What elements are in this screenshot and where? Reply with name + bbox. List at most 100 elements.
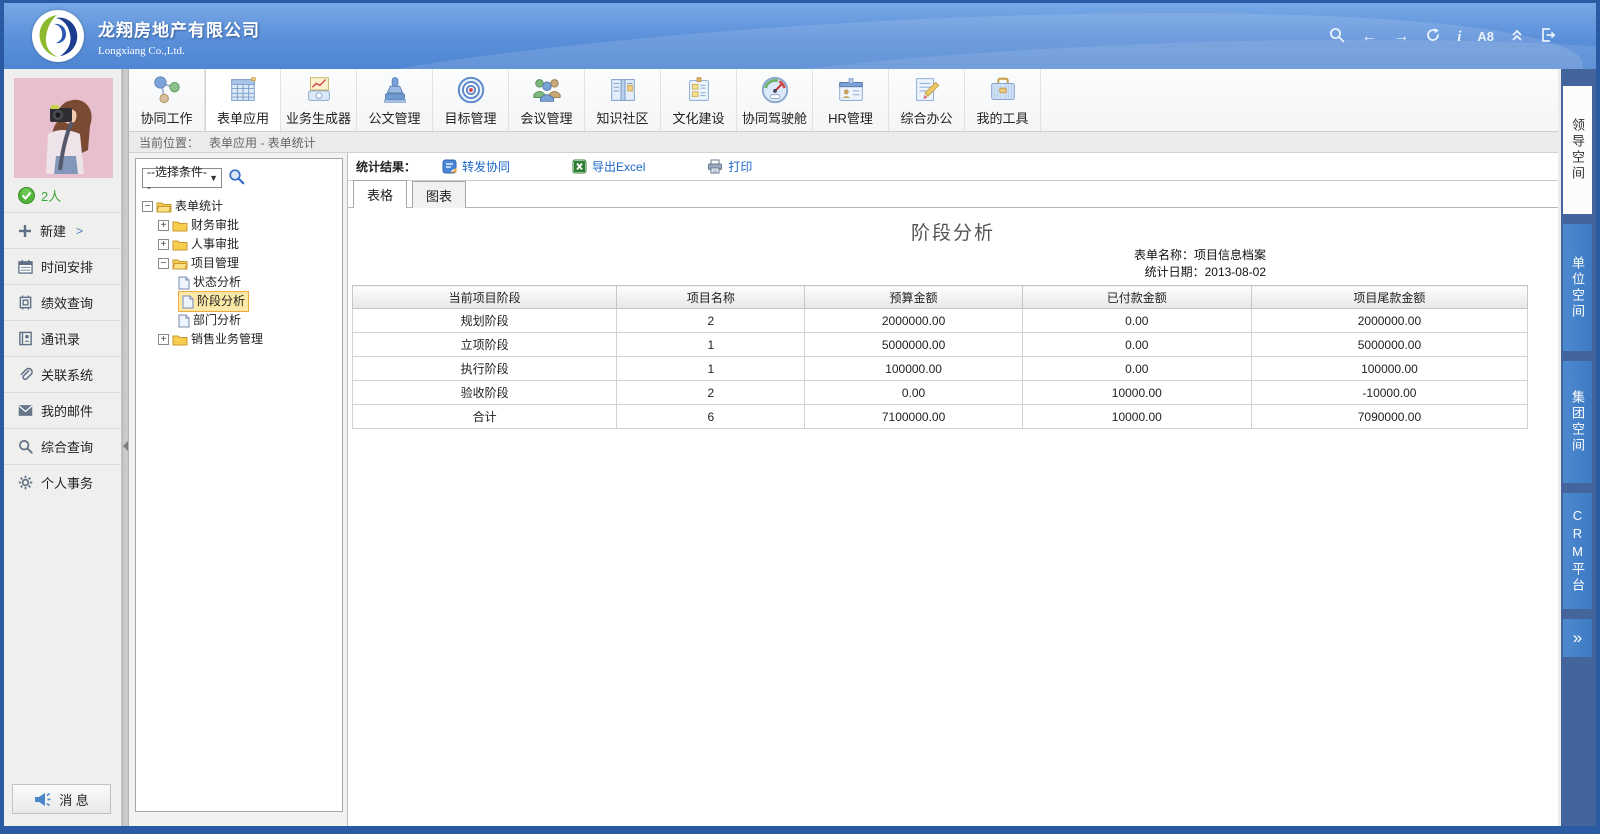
app-body: 2人 新建 > 时间安排 绩效查询 通讯录 [4,69,1596,826]
toolbar-item-label: HR管理 [828,108,873,127]
content-area: --选择条件-- ▼ − 表单统计 [129,153,1558,826]
toolbar-item-cockpit[interactable]: 协同驾驶舱 [737,69,813,131]
toolbar-item-knowledge[interactable]: 知识社区 [585,69,661,131]
tree-node-finance[interactable]: + 财务审批 [158,216,336,235]
mail-icon [18,404,33,417]
company-logo [32,10,84,62]
generator-icon [303,74,335,106]
expand-expander-icon[interactable]: + [158,220,169,231]
tab-leader-space[interactable]: 领导空间 [1563,86,1592,214]
tab-chart[interactable]: 图表 [412,181,466,208]
toolbar-item-label: 会议管理 [520,108,572,127]
sidebar-item-mail[interactable]: 我的邮件 [4,392,121,428]
cell-count-link[interactable]: 1 [617,357,805,381]
toolbar-item-goals[interactable]: 目标管理 [433,69,509,131]
tree-node-project-mgmt[interactable]: − 项目管理 [158,254,336,273]
breadcrumb-path: 表单应用 - 表单统计 [209,134,316,151]
calendar-icon [18,259,33,274]
expand-expander-icon[interactable]: + [158,239,169,250]
condition-select[interactable]: --选择条件-- ▼ [142,168,222,188]
tree-node-sales-mgmt[interactable]: + 销售业务管理 [158,330,336,349]
gear-icon [18,475,33,490]
stage-analysis-table: 当前项目阶段 项目名称 预算金额 已付款金额 项目尾款金额 规划阶段 [352,285,1528,429]
company-name-block: 龙翔房地产有限公司 Longxiang Co.,Ltd. [98,16,260,57]
tree-filter-row: --选择条件-- ▼ [142,168,336,188]
tree-node-stage-analysis[interactable]: 阶段分析 [178,292,336,311]
tree-node-dept-analysis[interactable]: 部门分析 [178,311,336,330]
sidebar-item-contacts[interactable]: 通讯录 [4,320,121,356]
cell-count-link[interactable]: 2 [617,381,805,405]
cell-budget-link[interactable]: 5000000.00 [805,333,1022,357]
toolbar-item-business-generator[interactable]: 业务生成器 [281,69,357,131]
expand-right-icon[interactable]: » [1563,619,1592,657]
cell-paid-link[interactable]: 0.00 [1022,309,1251,333]
toolbar-item-office[interactable]: 综合办公 [889,69,965,131]
tab-group-space[interactable]: 集团空间 [1563,361,1592,483]
toolbar-item-forms[interactable]: 表单应用 [205,69,281,131]
forward-icon[interactable]: → [1393,29,1409,45]
tree-node-label: 部门分析 [193,311,241,330]
toolbar-item-label: 综合办公 [900,108,952,127]
cell-count-link[interactable]: 1 [617,333,805,357]
toolbar-item-meetings[interactable]: 会议管理 [509,69,585,131]
search-icon[interactable] [1329,27,1345,47]
sidebar-item-schedule[interactable]: 时间安排 [4,248,121,284]
collapse-up-icon[interactable] [1510,28,1524,46]
col-header-paid: 已付款金额 [1022,286,1251,309]
tree-node-status-analysis[interactable]: 状态分析 [178,273,336,292]
message-button[interactable]: 消 息 [12,784,111,814]
toolbar-item-label: 协同工作 [140,108,192,127]
address-book-icon [18,331,33,346]
sidebar-item-new[interactable]: 新建 > [4,212,121,248]
table-row: 立项阶段 1 5000000.00 0.00 5000000.00 [353,333,1528,357]
document-pencil-icon [911,74,943,106]
tab-unit-space[interactable]: 单位空间 [1563,224,1592,351]
cell-balance-link[interactable]: 100000.00 [1251,357,1527,381]
collapse-expander-icon[interactable]: − [158,258,169,269]
refresh-icon[interactable] [1425,27,1441,47]
cell-paid-link[interactable]: 10000.00 [1022,381,1251,405]
cell-budget-link[interactable]: 0.00 [805,381,1022,405]
sidebar-item-performance[interactable]: 绩效查询 [4,284,121,320]
sidebar-item-personal[interactable]: 个人事务 [4,464,121,500]
tree-search-icon[interactable] [228,168,245,188]
a8-label[interactable]: A8 [1477,29,1494,45]
sidebar-item-search[interactable]: 综合查询 [4,428,121,464]
logout-icon[interactable] [1540,27,1556,47]
cell-paid-link[interactable]: 0.00 [1022,333,1251,357]
export-excel-link[interactable]: 导出Excel [572,158,645,175]
forward-collab-link[interactable]: 转发协同 [442,158,510,175]
toolbar-item-collaboration[interactable]: 协同工作 [129,69,205,131]
user-avatar[interactable] [14,78,113,178]
info-icon[interactable]: i [1457,29,1461,45]
back-icon[interactable]: ← [1361,29,1377,45]
tree-node-label: 状态分析 [193,273,241,292]
excel-icon [572,159,587,174]
tree-panel-wrap: --选择条件-- ▼ − 表单统计 [129,153,347,826]
collapse-expander-icon[interactable]: − [142,201,153,212]
print-link[interactable]: 打印 [707,158,752,175]
tab-table[interactable]: 表格 [353,180,407,208]
tree-node-root[interactable]: − 表单统计 [142,197,336,216]
sidebar-item-linked-systems[interactable]: 关联系统 [4,356,121,392]
tree-node-hr-approval[interactable]: + 人事审批 [158,235,336,254]
cell-balance-link[interactable]: 2000000.00 [1251,309,1527,333]
col-header-balance: 项目尾款金额 [1251,286,1527,309]
tree-node-label: 表单统计 [175,197,223,216]
cell-paid-link[interactable]: 0.00 [1022,357,1251,381]
tab-crm-platform[interactable]: CRM平台 [1563,493,1592,609]
chevron-down-icon: ▼ [209,173,218,183]
sidebar-item-label: 时间安排 [41,257,93,276]
toolbar-item-documents[interactable]: 公文管理 [357,69,433,131]
toolbar-item-my-tools[interactable]: 我的工具 [965,69,1041,131]
cell-balance-link[interactable]: -10000.00 [1251,381,1527,405]
cell-budget-link[interactable]: 2000000.00 [805,309,1022,333]
cell-budget-link[interactable]: 100000.00 [805,357,1022,381]
toolbar-item-culture[interactable]: 文化建设 [661,69,737,131]
cell-stage: 规划阶段 [353,309,617,333]
toolbar-item-hr[interactable]: HR管理 [813,69,889,131]
cell-balance-link[interactable]: 5000000.00 [1251,333,1527,357]
expand-expander-icon[interactable]: + [158,334,169,345]
sidebar-collapse-divider[interactable] [122,69,129,826]
cell-count-link[interactable]: 2 [617,309,805,333]
